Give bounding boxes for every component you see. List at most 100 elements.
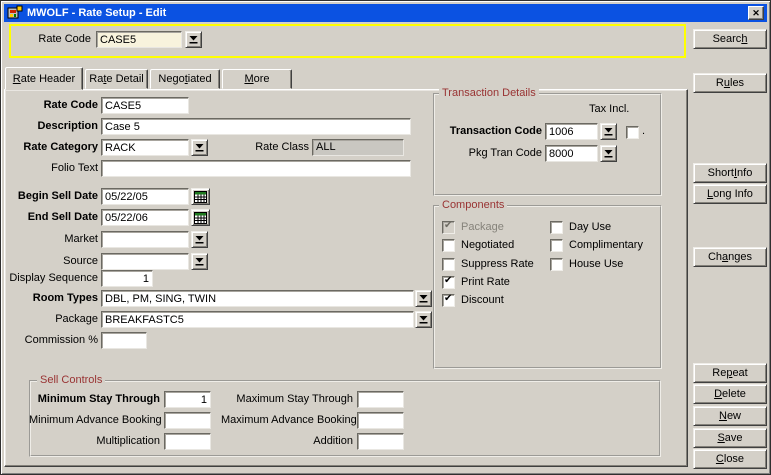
description-label: Description: [3, 118, 98, 135]
top-rate-code-dropdown-button[interactable]: [185, 31, 202, 48]
short-info-button[interactable]: Short Info: [693, 163, 767, 183]
maximum-advance-booking-input[interactable]: [357, 412, 404, 429]
pkg-tran-code-input[interactable]: [545, 145, 598, 162]
commission-label: Commission %: [3, 332, 98, 349]
tab-rate-detail[interactable]: Rate Detail: [85, 69, 148, 89]
pkg-tran-code-dropdown-button[interactable]: [600, 145, 617, 162]
tax-incl-suffix: .: [642, 123, 650, 140]
save-button[interactable]: Save: [693, 428, 767, 448]
checkbox-negotiated[interactable]: Negotiated: [442, 238, 514, 252]
minimum-advance-booking-input[interactable]: [164, 412, 211, 429]
checkbox-label: Complimentary: [569, 239, 643, 251]
end-sell-date-calendar-button[interactable]: [191, 209, 210, 226]
dropdown-icon: [419, 315, 428, 324]
package-label: Package: [3, 311, 98, 328]
top-rate-code-input[interactable]: [96, 31, 182, 48]
end-sell-date-label: End Sell Date: [3, 209, 98, 226]
checkbox-box: [442, 239, 455, 252]
checkbox-suppress-rate[interactable]: Suppress Rate: [442, 257, 534, 271]
checkbox-complimentary[interactable]: Complimentary: [550, 238, 643, 252]
repeat-button[interactable]: Repeat: [693, 363, 767, 383]
minimum-stay-through-label: Minimum Stay Through: [29, 391, 160, 408]
folio-text-label: Folio Text: [3, 160, 98, 177]
checkbox-print-rate[interactable]: Print Rate: [442, 275, 510, 289]
market-dropdown-button[interactable]: [191, 231, 208, 248]
checkbox-box: [442, 258, 455, 271]
minimum-advance-booking-label: Minimum Advance Booking: [29, 412, 160, 429]
tab-more[interactable]: More: [222, 69, 292, 89]
delete-button[interactable]: Delete: [693, 384, 767, 404]
folio-text-input[interactable]: [101, 160, 411, 177]
multiplication-label: Multiplication: [29, 433, 160, 450]
rate-setup-window: MWOLF - Rate Setup - Edit ✕ Rate Code Ra…: [0, 0, 771, 475]
close-button-side[interactable]: Close: [693, 449, 767, 469]
source-input[interactable]: [101, 253, 189, 270]
package-dropdown-button[interactable]: [415, 311, 432, 328]
rate-category-input[interactable]: [101, 139, 189, 156]
tab-negotiated[interactable]: Negotiated: [150, 69, 220, 89]
transaction-code-input[interactable]: [545, 123, 598, 140]
dropdown-icon: [195, 257, 204, 266]
maximum-stay-through-input[interactable]: [357, 391, 404, 408]
dropdown-icon: [604, 149, 613, 158]
begin-sell-date-label: Begin Sell Date: [3, 188, 98, 205]
description-input[interactable]: [101, 118, 411, 135]
rate-code-label: Rate Code: [3, 97, 98, 114]
pkg-tran-code-label: Pkg Tran Code: [438, 145, 542, 162]
rules-button[interactable]: Rules: [693, 73, 767, 93]
begin-sell-date-input[interactable]: [101, 188, 189, 205]
new-button[interactable]: New: [693, 406, 767, 426]
room-types-input[interactable]: [101, 290, 414, 307]
calendar-icon: [194, 212, 207, 224]
checkbox-box: [442, 294, 455, 307]
close-button[interactable]: ✕: [748, 6, 764, 20]
transaction-code-label: Transaction Code: [438, 123, 542, 140]
checkbox-label: Discount: [461, 294, 504, 306]
checkbox-box: [550, 239, 563, 252]
source-dropdown-button[interactable]: [191, 253, 208, 270]
rate-code-input[interactable]: [101, 97, 189, 114]
maximum-advance-booking-label: Maximum Advance Booking: [221, 412, 353, 429]
maximum-stay-through-label: Maximum Stay Through: [221, 391, 353, 408]
top-rate-code-label: Rate Code: [9, 31, 91, 48]
checkbox-box: [442, 221, 455, 234]
minimum-stay-through-input[interactable]: [164, 391, 211, 408]
display-sequence-label: Display Sequence: [3, 270, 98, 287]
room-types-dropdown-button[interactable]: [415, 290, 432, 307]
commission-input[interactable]: [101, 332, 147, 349]
changes-button[interactable]: Changes: [693, 247, 767, 267]
end-sell-date-input[interactable]: [101, 209, 189, 226]
checkbox-box: [550, 258, 563, 271]
rate-class-field: ALL: [312, 139, 404, 156]
multiplication-input[interactable]: [164, 433, 211, 450]
begin-sell-date-calendar-button[interactable]: [191, 188, 210, 205]
addition-input[interactable]: [357, 433, 404, 450]
transaction-details-title: Transaction Details: [439, 87, 539, 99]
dropdown-icon: [195, 235, 204, 244]
rate-category-label: Rate Category: [3, 139, 98, 156]
addition-label: Addition: [221, 433, 353, 450]
search-button[interactable]: Search: [693, 29, 767, 49]
tab-rate-header[interactable]: Rate Header: [5, 67, 83, 90]
checkbox-label: Package: [461, 221, 504, 233]
checkbox-package[interactable]: Package: [442, 220, 504, 234]
checkbox-box: [442, 276, 455, 289]
transaction-code-dropdown-button[interactable]: [600, 123, 617, 140]
package-input[interactable]: [101, 311, 414, 328]
checkbox-day-use[interactable]: Day Use: [550, 220, 611, 234]
checkbox-label: Day Use: [569, 221, 611, 233]
checkbox-label: Suppress Rate: [461, 258, 534, 270]
dropdown-icon: [604, 127, 613, 136]
dropdown-icon: [195, 143, 204, 152]
source-label: Source: [3, 253, 98, 270]
rate-class-label: Rate Class: [241, 139, 309, 156]
window-title: MWOLF - Rate Setup - Edit: [27, 7, 166, 19]
market-input[interactable]: [101, 231, 189, 248]
rate-category-dropdown-button[interactable]: [191, 139, 208, 156]
display-sequence-input[interactable]: [101, 270, 153, 287]
tax-incl-checkbox[interactable]: [626, 125, 639, 139]
long-info-button[interactable]: Long Info: [693, 184, 767, 204]
checkbox-discount[interactable]: Discount: [442, 293, 504, 307]
checkbox-box: [550, 221, 563, 234]
checkbox-house-use[interactable]: House Use: [550, 257, 623, 271]
